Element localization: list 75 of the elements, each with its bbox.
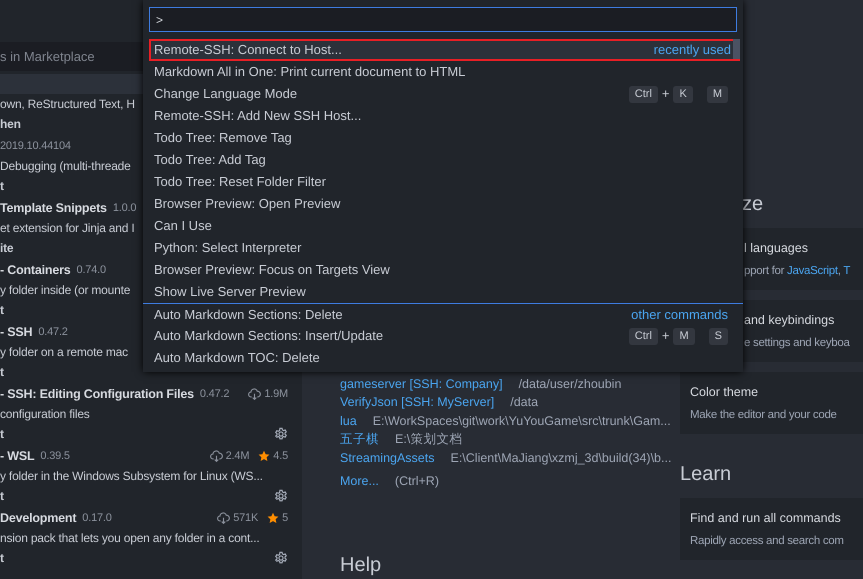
keybinding-key: Ctrl: [628, 328, 658, 344]
plus-sign: +: [662, 85, 670, 104]
folder-path: /data: [510, 394, 538, 412]
extension-name: - WSL: [0, 448, 34, 465]
rating: 5: [282, 510, 288, 526]
extension-name: - Containers: [0, 262, 71, 279]
extension-author: hen: [0, 116, 21, 133]
download-count: 2.4M: [226, 448, 250, 464]
command-label: Auto Markdown Sections: Insert/Update: [154, 327, 384, 346]
extension-author: t: [0, 488, 4, 505]
extension-name: - SSH: Editing Configuration Files: [0, 386, 194, 403]
rating: 4.5: [273, 448, 288, 464]
extension-description: Debugging (multi-threade: [0, 158, 131, 175]
extension-description: configuration files: [0, 406, 90, 423]
card-description: e settings and keyboa: [744, 336, 851, 351]
download-count: 571K: [233, 510, 258, 526]
card-title: Color theme: [690, 384, 760, 401]
extension-version: 0.74.0: [76, 262, 106, 278]
card-title: Find and run all commands: [690, 510, 842, 527]
folder-path: /data/user/zhoubin: [518, 376, 622, 393]
extension-description: et extension for Jinja and I: [0, 220, 134, 237]
extension-version: 2019.10.44104: [0, 138, 71, 154]
command-label: Can I Use: [154, 217, 212, 236]
section-heading: ze: [741, 192, 764, 216]
keybinding-key: M: [706, 86, 728, 102]
card-description: pport for JavaScript, T: [744, 264, 852, 279]
keybinding-key: Ctrl: [628, 86, 658, 102]
extension-description: own, ReStructured Text, H: [0, 96, 135, 113]
command-label: Auto Markdown TOC: Delete: [154, 349, 320, 368]
extension-author: t: [0, 550, 4, 567]
extension-name: - SSH: [0, 324, 32, 341]
extension-author: t: [0, 364, 4, 381]
extension-description: y folder inside (or mounte: [0, 282, 130, 299]
extension-version: 0.47.2: [200, 386, 230, 402]
keybinding-key: K: [673, 86, 693, 102]
card-description: Make the editor and your code: [690, 408, 838, 423]
extension-author: t: [0, 302, 4, 319]
shortcut-hint: (Ctrl+R): [394, 473, 439, 490]
extension-description: y folder on a remote mac: [0, 344, 128, 361]
command-label: Show Live Server Preview: [154, 283, 306, 302]
extension-author: ite: [0, 240, 14, 257]
extension-version: 0.39.5: [40, 448, 70, 464]
command-label: Todo Tree: Remove Tag: [154, 129, 292, 148]
extension-version: 1.0.0: [112, 200, 136, 216]
command-label: Remote-SSH: Add New SSH Host...: [154, 107, 362, 126]
command-label: Todo Tree: Add Tag: [154, 151, 266, 170]
extension-name: Development: [0, 510, 76, 527]
section-heading: Help: [340, 553, 382, 577]
extension-description: y folder in the Windows Subsystem for Linux (WS...: [0, 468, 263, 485]
extension-description: nsion pack that lets you open any folder in a cont...: [0, 530, 260, 547]
extension-version: 0.47.2: [38, 324, 68, 340]
extension-version: 0.17.0: [82, 510, 112, 526]
extension-author: t: [0, 426, 4, 443]
plus-sign: +: [662, 327, 670, 346]
card-title: and keybindings: [744, 312, 836, 329]
extension-author: t: [0, 178, 4, 195]
command-label: Browser Preview: Focus on Targets View: [154, 261, 390, 280]
command-label: Change Language Mode: [154, 85, 298, 104]
command-label: Markdown All in One: Print current document to HTML: [154, 63, 466, 82]
card-description: Rapidly access and search com: [690, 534, 845, 549]
card-title: l languages: [744, 240, 809, 257]
command-label: Python: Select Interpreter: [154, 239, 302, 258]
folder-path: E:\Client\MaJiang\xzmj_3d\build(34)\b...: [450, 450, 672, 467]
extension-name: Template Snippets: [0, 200, 107, 217]
folder-path: E:\WorkSpaces\git\work\YuYouGame\src\trunk\Gam...: [372, 412, 671, 430]
command-category: recently used: [654, 41, 731, 60]
keybinding-key: S: [708, 328, 728, 344]
command-label: Browser Preview: Open Preview: [154, 195, 340, 214]
download-count: 1.9M: [264, 386, 288, 402]
command-label: Remote-SSH: Connect to Host...: [154, 41, 342, 60]
section-heading: Learn: [680, 462, 732, 486]
command-label: Todo Tree: Reset Folder Filter: [154, 173, 326, 192]
folder-path: E:\策划文档: [395, 431, 462, 448]
keybinding-key: M: [673, 328, 695, 344]
command-label: Auto Markdown Sections: Delete: [154, 306, 343, 324]
